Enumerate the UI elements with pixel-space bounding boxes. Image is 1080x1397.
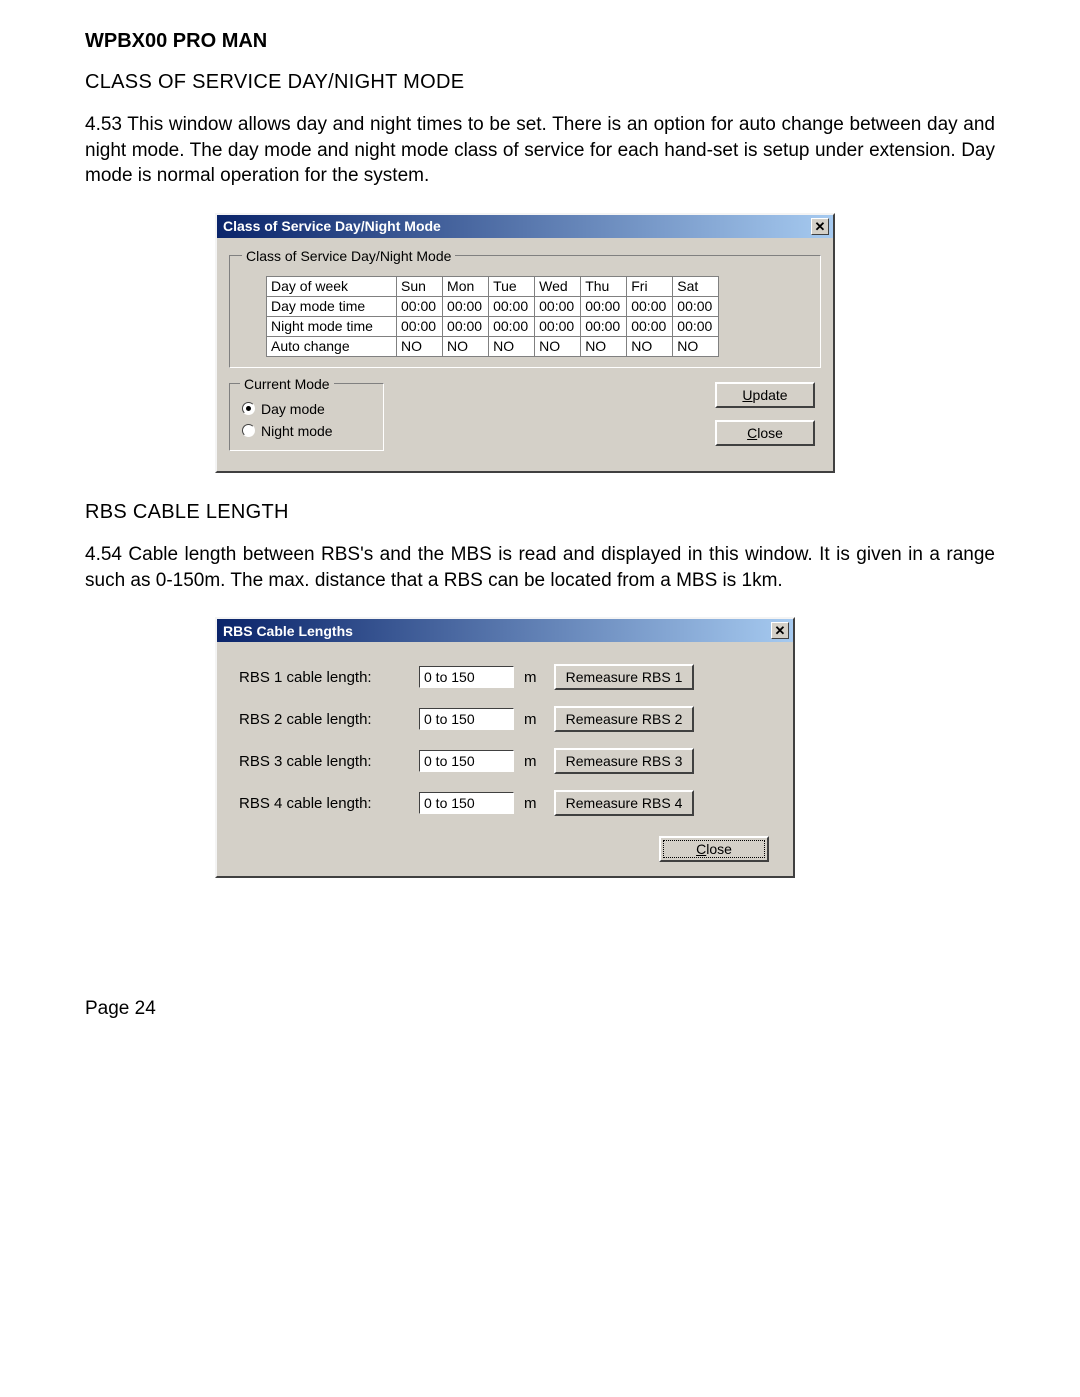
current-mode-legend: Current Mode	[240, 376, 334, 392]
section-body-service: 4.53 This window allows day and night ti…	[85, 112, 995, 189]
titlebar[interactable]: Class of Service Day/Night Mode ✕	[217, 215, 833, 238]
remeasure-button[interactable]: Remeasure RBS 1	[554, 664, 694, 690]
unit-label: m	[524, 711, 544, 728]
groupbox-main: Class of Service Day/Night Mode Day of w…	[229, 248, 821, 368]
table-row: Night mode time00:0000:0000:0000:0000:00…	[267, 316, 719, 336]
day-header-cell: Fri	[627, 276, 673, 296]
section-body-rbs: 4.54 Cable length between RBS's and the …	[85, 542, 995, 593]
cable-value-input[interactable]	[419, 666, 514, 688]
remeasure-button[interactable]: Remeasure RBS 4	[554, 790, 694, 816]
groupbox-current-mode: Current Mode Day mode Night mode	[229, 376, 384, 451]
cable-label: RBS 4 cable length:	[239, 795, 409, 812]
value-cell[interactable]: 00:00	[535, 296, 581, 316]
titlebar-text: Class of Service Day/Night Mode	[223, 218, 441, 234]
value-cell[interactable]: 00:00	[627, 316, 673, 336]
table-row: Day mode time00:0000:0000:0000:0000:0000…	[267, 296, 719, 316]
day-header-cell: Thu	[581, 276, 627, 296]
value-cell[interactable]: NO	[397, 336, 443, 356]
value-cell[interactable]: 00:00	[443, 296, 489, 316]
day-header-cell: Sun	[397, 276, 443, 296]
close-icon[interactable]: ✕	[811, 218, 829, 235]
unit-label: m	[524, 753, 544, 770]
dialog-rbs-cable-lengths: RBS Cable Lengths ✕ RBS 1 cable length: m…	[215, 617, 795, 878]
cable-row: RBS 4 cable length: m Remeasure RBS 4	[235, 782, 775, 824]
close-button[interactable]: Close	[715, 420, 815, 446]
value-cell[interactable]: 00:00	[489, 296, 535, 316]
unit-label: m	[524, 669, 544, 686]
value-cell[interactable]: NO	[581, 336, 627, 356]
close-icon[interactable]: ✕	[771, 622, 789, 639]
cable-value-input[interactable]	[419, 708, 514, 730]
value-cell[interactable]: 00:00	[443, 316, 489, 336]
doc-title: WPBX00 PRO MAN	[85, 30, 995, 53]
section-heading-service: CLASS OF SERVICE DAY/NIGHT MODE	[85, 71, 995, 94]
radio-night-mode[interactable]: Night mode	[240, 420, 373, 442]
day-header-cell: Sat	[673, 276, 719, 296]
radio-icon	[242, 424, 255, 437]
value-cell[interactable]: 00:00	[673, 316, 719, 336]
cable-row: RBS 2 cable length: m Remeasure RBS 2	[235, 698, 775, 740]
value-cell[interactable]: 00:00	[489, 316, 535, 336]
value-cell[interactable]: 00:00	[397, 316, 443, 336]
value-cell[interactable]: 00:00	[673, 296, 719, 316]
table-row: Auto changeNONONONONONONO	[267, 336, 719, 356]
section-heading-rbs: RBS CABLE LENGTH	[85, 501, 995, 524]
value-cell[interactable]: NO	[535, 336, 581, 356]
value-cell[interactable]: NO	[443, 336, 489, 356]
cable-value-input[interactable]	[419, 750, 514, 772]
schedule-table: Day of weekSunMonTueWedThuFriSatDay mode…	[266, 276, 719, 357]
cable-label: RBS 2 cable length:	[239, 711, 409, 728]
remeasure-button[interactable]: Remeasure RBS 2	[554, 706, 694, 732]
row-header: Night mode time	[267, 316, 397, 336]
update-button[interactable]: Update	[715, 382, 815, 408]
row-header: Auto change	[267, 336, 397, 356]
groupbox-legend: Class of Service Day/Night Mode	[242, 248, 455, 264]
remeasure-button[interactable]: Remeasure RBS 3	[554, 748, 694, 774]
value-cell[interactable]: NO	[673, 336, 719, 356]
cable-row: RBS 1 cable length: m Remeasure RBS 1	[235, 656, 775, 698]
value-cell[interactable]: NO	[489, 336, 535, 356]
value-cell[interactable]: NO	[627, 336, 673, 356]
day-header-cell: Wed	[535, 276, 581, 296]
cable-value-input[interactable]	[419, 792, 514, 814]
value-cell[interactable]: 00:00	[627, 296, 673, 316]
value-cell[interactable]: 00:00	[581, 296, 627, 316]
cable-label: RBS 1 cable length:	[239, 669, 409, 686]
row-header: Day of week	[267, 276, 397, 296]
radio-label: Night mode	[261, 423, 333, 439]
value-cell[interactable]: 00:00	[535, 316, 581, 336]
dialog-class-of-service: Class of Service Day/Night Mode ✕ Class …	[215, 213, 835, 473]
close-button[interactable]: Close	[659, 836, 769, 862]
table-row: Day of weekSunMonTueWedThuFriSat	[267, 276, 719, 296]
value-cell[interactable]: 00:00	[397, 296, 443, 316]
value-cell[interactable]: 00:00	[581, 316, 627, 336]
radio-day-mode[interactable]: Day mode	[240, 398, 373, 420]
cable-row: RBS 3 cable length: m Remeasure RBS 3	[235, 740, 775, 782]
unit-label: m	[524, 795, 544, 812]
day-header-cell: Mon	[443, 276, 489, 296]
radio-label: Day mode	[261, 401, 325, 417]
titlebar[interactable]: RBS Cable Lengths ✕	[217, 619, 793, 642]
cable-label: RBS 3 cable length:	[239, 753, 409, 770]
radio-icon	[242, 402, 255, 415]
titlebar-text: RBS Cable Lengths	[223, 623, 353, 639]
day-header-cell: Tue	[489, 276, 535, 296]
row-header: Day mode time	[267, 296, 397, 316]
page-number: Page 24	[85, 998, 995, 1020]
